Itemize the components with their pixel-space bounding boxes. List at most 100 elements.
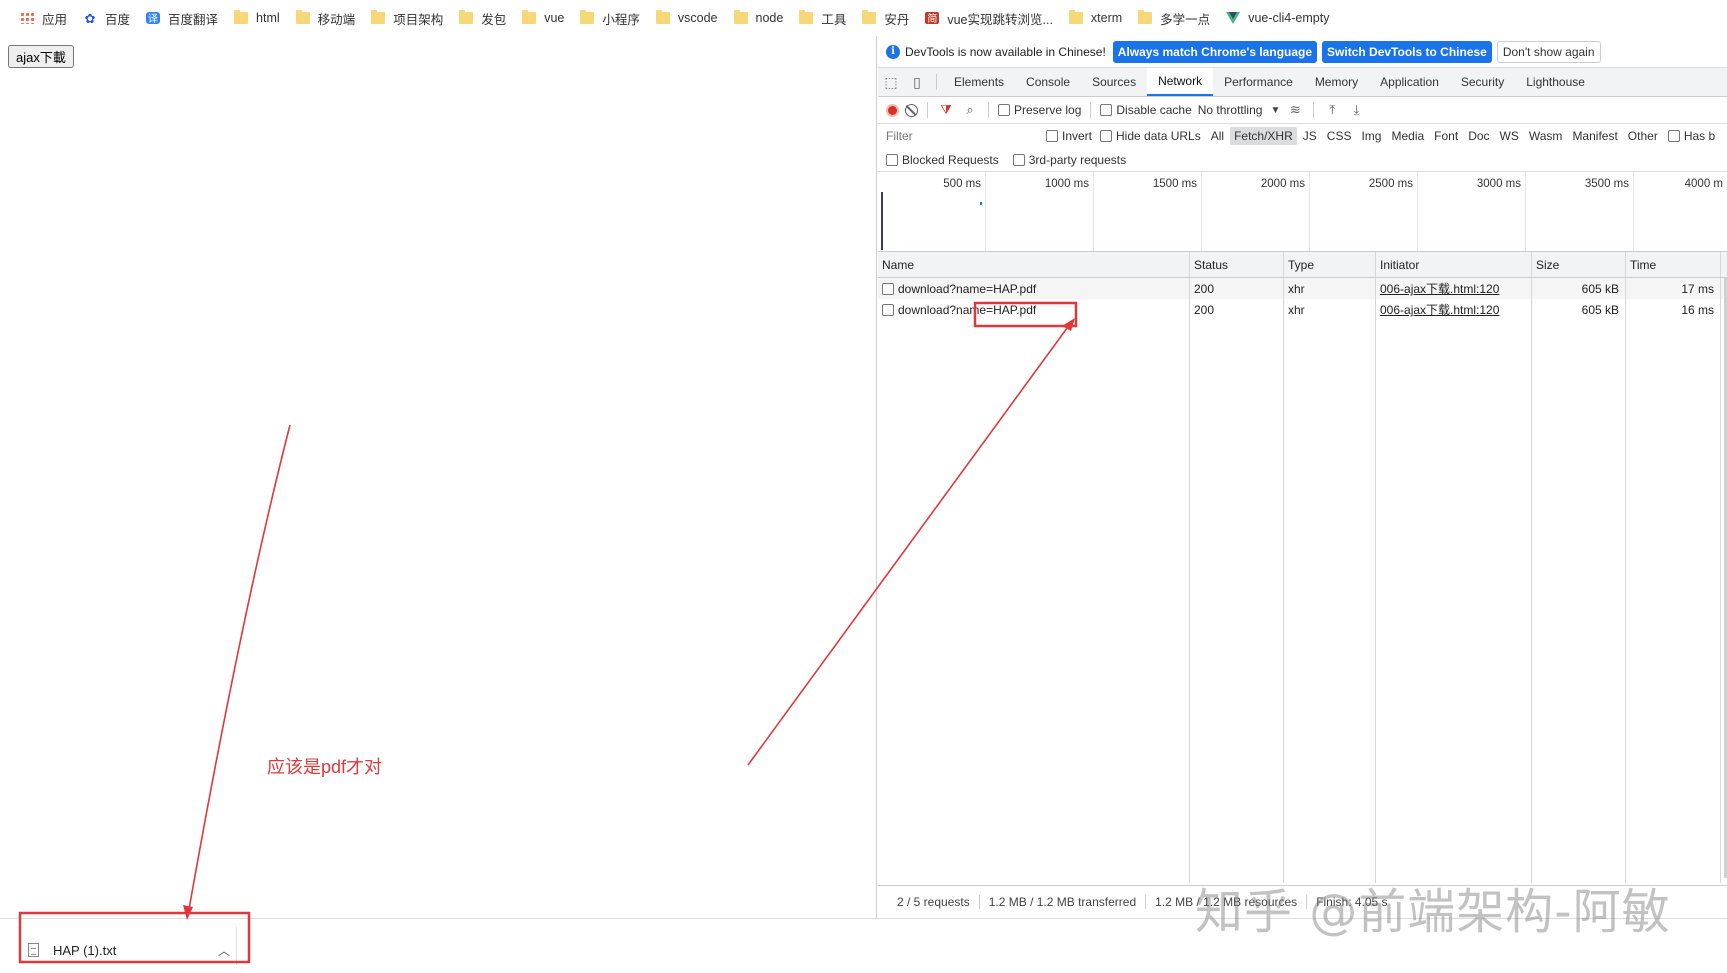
bookmark-folder-mobile[interactable]: 移动端 — [288, 6, 364, 30]
overview-tick: 2500 ms — [1310, 172, 1418, 252]
invert-checkbox[interactable]: Invert — [1046, 129, 1092, 143]
filter-type-ws[interactable]: WS — [1496, 127, 1523, 145]
initiator-link[interactable]: 006-ajax下载.html:120 — [1380, 280, 1499, 297]
bookmark-folder-html[interactable]: html — [226, 6, 288, 30]
checkbox-box[interactable] — [998, 104, 1010, 116]
row-name-cell[interactable]: download?name=HAP.pdf — [878, 299, 1190, 320]
blocked-requests-checkbox[interactable]: Blocked Requests — [886, 153, 999, 167]
device-toolbar-icon[interactable]: ▯ — [904, 68, 930, 96]
bookmark-folder-architecture[interactable]: 项目架构 — [363, 6, 451, 30]
folder-icon — [580, 10, 595, 24]
column-header-type[interactable]: Type — [1284, 252, 1376, 277]
checkbox-box[interactable] — [1012, 153, 1025, 166]
bookmark-folder-learn-more[interactable]: 多学一点 — [1130, 6, 1218, 30]
disable-cache-checkbox[interactable]: Disable cache — [1100, 103, 1192, 117]
checkbox-box[interactable] — [1100, 130, 1113, 142]
preserve-log-checkbox[interactable]: Preserve log — [998, 103, 1081, 117]
filter-type-other[interactable]: Other — [1624, 127, 1662, 145]
chevron-up-icon[interactable]: ︿ — [214, 942, 234, 959]
hide-data-urls-checkbox[interactable]: Hide data URLs — [1100, 129, 1201, 143]
toolbar-divider — [988, 102, 989, 118]
table-row[interactable]: download?name=HAP.pdf 200 xhr 006-ajax下载… — [878, 278, 1727, 299]
checkbox-box[interactable] — [1100, 104, 1113, 116]
column-header-size[interactable]: Size — [1532, 252, 1626, 277]
transferred-size: 1.2 MB / 1.2 MB transferred — [980, 895, 1147, 909]
tab-application[interactable]: Application — [1369, 68, 1450, 96]
bookmark-baidu-translate[interactable]: 译百度翻译 — [138, 6, 226, 30]
request-name: download?name=HAP.pdf — [898, 302, 1037, 317]
bookmark-label: 移动端 — [317, 12, 356, 27]
bookmark-folder-publish[interactable]: 发包 — [451, 6, 514, 30]
folder-icon — [459, 10, 474, 24]
tab-security[interactable]: Security — [1450, 68, 1515, 96]
bookmark-folder-tools[interactable]: 工具 — [791, 6, 854, 30]
column-header-initiator[interactable]: Initiator — [1376, 252, 1532, 277]
row-initiator-cell: 006-ajax下载.html:120 — [1376, 278, 1532, 299]
bookmark-folder-vscode[interactable]: vscode — [648, 6, 726, 30]
bookmark-folder-vue[interactable]: vue — [514, 6, 572, 30]
apps-grid-icon — [20, 12, 34, 24]
filter-type-doc[interactable]: Doc — [1464, 127, 1493, 145]
bookmark-folder-xterm[interactable]: xterm — [1061, 6, 1130, 30]
tab-lighthouse[interactable]: Lighthouse — [1515, 68, 1596, 96]
filter-input[interactable]: Filter — [884, 126, 1046, 146]
tab-console[interactable]: Console — [1015, 68, 1081, 96]
bookmark-baidu[interactable]: ✿ 百度 — [75, 6, 138, 30]
bookmark-folder-miniprogram[interactable]: 小程序 — [572, 6, 648, 30]
bookmark-vue-cli4-empty[interactable]: vue-cli4-empty — [1218, 6, 1337, 30]
filter-type-font[interactable]: Font — [1430, 127, 1462, 145]
third-party-requests-checkbox[interactable]: 3rd-party requests — [1012, 153, 1126, 167]
ajax-download-button[interactable]: ajax下載 — [8, 45, 74, 68]
throttling-select[interactable]: No throttling ▼ — [1198, 103, 1281, 117]
bookmark-label: vue-cli4-empty — [1248, 11, 1330, 25]
has-blocked-cookies-checkbox[interactable]: Has b — [1667, 129, 1715, 143]
filter-type-manifest[interactable]: Manifest — [1568, 127, 1621, 145]
filter-type-media[interactable]: Media — [1387, 127, 1428, 145]
network-conditions-icon[interactable]: ≋ — [1286, 102, 1304, 118]
tab-network[interactable]: Network — [1147, 68, 1214, 96]
always-match-language-button[interactable]: Always match Chrome's language — [1112, 40, 1318, 63]
bookmark-folder-andan[interactable]: 安丹 — [854, 6, 917, 30]
text-file-icon — [28, 943, 39, 957]
filter-type-wasm[interactable]: Wasm — [1525, 127, 1567, 145]
checkbox-box[interactable] — [886, 153, 898, 166]
dont-show-again-button[interactable]: Don't show again — [1496, 40, 1601, 63]
row-checkbox[interactable] — [882, 282, 894, 295]
export-har-icon[interactable]: ⤓ — [1347, 102, 1365, 118]
info-icon: i — [886, 44, 900, 59]
folder-icon — [295, 10, 310, 24]
search-icon[interactable]: ⌕ — [961, 102, 979, 118]
filter-type-js[interactable]: JS — [1299, 127, 1321, 145]
checkbox-box[interactable] — [1046, 130, 1058, 142]
tab-performance[interactable]: Performance — [1213, 68, 1304, 96]
switch-to-chinese-button[interactable]: Switch DevTools to Chinese — [1322, 40, 1492, 63]
column-header-time[interactable]: Time — [1626, 252, 1721, 277]
clear-icon[interactable] — [905, 103, 918, 117]
filter-funnel-icon[interactable]: ⧩ — [937, 102, 955, 118]
column-header-name[interactable]: Name — [878, 252, 1190, 277]
checkbox-box[interactable] — [1667, 130, 1680, 142]
filter-type-all[interactable]: All — [1207, 127, 1228, 145]
tab-memory[interactable]: Memory — [1304, 68, 1369, 96]
download-item[interactable]: HAP (1).txt ︿ — [22, 931, 234, 969]
import-har-icon[interactable]: ⤒ — [1323, 102, 1341, 118]
filter-type-fetch-xhr[interactable]: Fetch/XHR — [1230, 127, 1297, 145]
inspect-element-icon[interactable]: ⬚ — [878, 68, 904, 96]
table-row[interactable]: download?name=HAP.pdf 200 xhr 006-ajax下载… — [878, 299, 1727, 320]
filter-type-css[interactable]: CSS — [1323, 127, 1356, 145]
devtools-panel: i DevTools is now available in Chinese! … — [878, 36, 1727, 918]
column-header-status[interactable]: Status — [1190, 252, 1284, 277]
bookmark-apps[interactable]: 应用 — [12, 6, 75, 30]
row-checkbox[interactable] — [882, 303, 894, 316]
network-overview-timeline[interactable]: 500 ms 1000 ms 1500 ms 2000 ms 2500 ms 3… — [878, 172, 1727, 252]
bookmark-vue-redirect[interactable]: 简 vue实现跳转浏览... — [917, 6, 1061, 30]
bookmark-folder-node[interactable]: node — [726, 6, 792, 30]
tab-sources[interactable]: Sources — [1081, 68, 1147, 96]
folder-icon — [733, 10, 748, 24]
row-name-cell[interactable]: download?name=HAP.pdf — [878, 278, 1190, 299]
tab-elements[interactable]: Elements — [943, 68, 1015, 96]
filter-type-img[interactable]: Img — [1357, 127, 1385, 145]
overview-load-marker — [881, 192, 883, 250]
initiator-link[interactable]: 006-ajax下载.html:120 — [1380, 301, 1499, 318]
record-icon[interactable] — [886, 103, 899, 117]
